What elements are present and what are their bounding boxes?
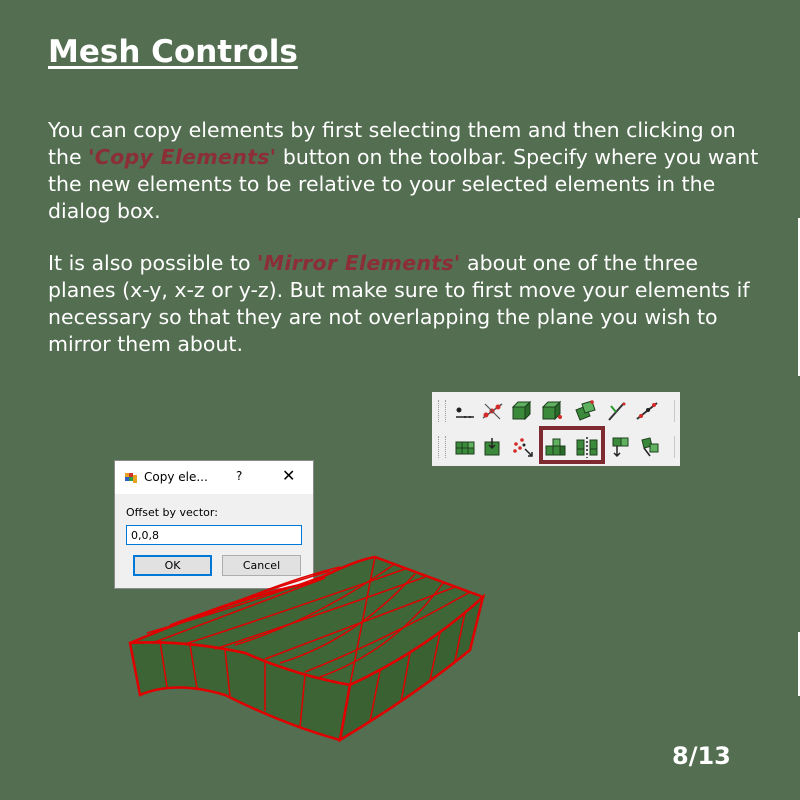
- element-grid-icon[interactable]: [452, 434, 478, 460]
- curved-mesh-model: [128, 555, 486, 743]
- mirror-elements-paragraph: It is also possible to 'Mirror Elements'…: [48, 250, 768, 358]
- toolbar-separator: [674, 400, 675, 422]
- help-button[interactable]: ?: [236, 469, 242, 483]
- scatter-nodes-icon[interactable]: [510, 434, 536, 460]
- close-button[interactable]: ✕: [282, 466, 295, 485]
- node-chain-icon[interactable]: [480, 398, 506, 424]
- toolbar-grip[interactable]: [438, 400, 446, 422]
- dialog-title: Copy ele...: [144, 470, 208, 484]
- copy-elements-paragraph: You can copy elements by first selecting…: [48, 117, 768, 225]
- axis-icon[interactable]: [604, 398, 630, 424]
- cube-select-icon[interactable]: [538, 398, 564, 424]
- element-move-icon[interactable]: [480, 434, 506, 460]
- app-logo-icon: [125, 473, 137, 483]
- element-arrow-down-icon[interactable]: [608, 434, 634, 460]
- cube-rotate-icon[interactable]: [572, 398, 598, 424]
- copy-mirror-highlight-box: [539, 426, 605, 464]
- element-rotate-icon[interactable]: [636, 434, 662, 460]
- line-nodes-icon[interactable]: [634, 398, 660, 424]
- toolbar-separator: [674, 436, 675, 458]
- paragraph-text: It is also possible to: [48, 251, 258, 275]
- node-input-icon[interactable]: [452, 398, 478, 424]
- mirror-elements-highlight: 'Mirror Elements': [257, 251, 461, 275]
- slide-title: Mesh Controls: [48, 34, 298, 70]
- page-number: 8/13: [672, 742, 731, 770]
- offset-vector-label: Offset by vector:: [126, 506, 218, 519]
- offset-vector-input[interactable]: [126, 525, 302, 545]
- copy-elements-highlight: 'Copy Elements': [88, 145, 277, 169]
- cube-element-icon[interactable]: [508, 398, 534, 424]
- toolbar-grip[interactable]: [438, 436, 446, 458]
- toolbar-row-1: [432, 394, 680, 428]
- dialog-titlebar[interactable]: Copy ele... ? ✕: [115, 461, 313, 494]
